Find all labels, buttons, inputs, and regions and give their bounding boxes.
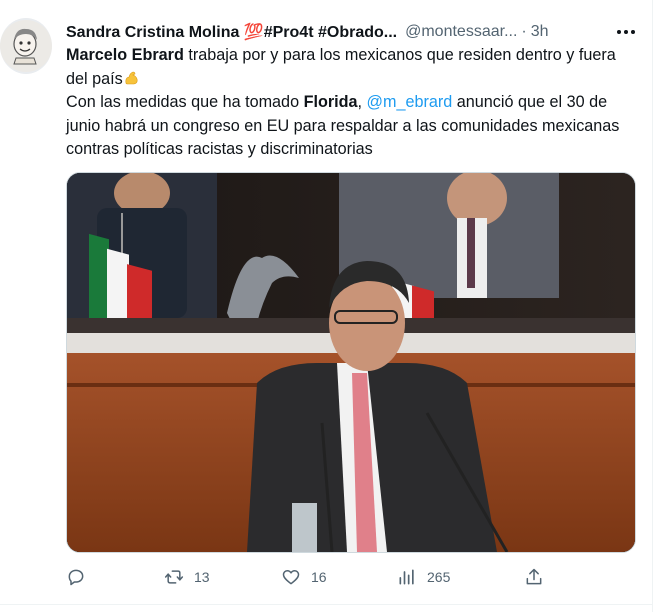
retweet-icon — [164, 570, 184, 584]
avatar[interactable] — [0, 18, 52, 74]
like-count: 16 — [311, 569, 327, 585]
retweet-count: 13 — [194, 569, 210, 585]
share-button[interactable] — [524, 563, 544, 591]
views-button[interactable]: 265 — [397, 563, 450, 591]
tweet-text-line2-start: Con las medidas que ha tomado — [66, 93, 304, 111]
reply-icon — [68, 569, 84, 586]
tweet-photo[interactable] — [66, 172, 636, 553]
separator-dot: · — [521, 23, 527, 40]
florida-bold: Florida — [303, 93, 358, 111]
tweet-actions: 13 16 265 — [66, 563, 626, 591]
reply-button[interactable] — [66, 563, 86, 591]
share-icon — [526, 568, 542, 585]
more-options-icon[interactable] — [612, 22, 640, 42]
tweet-card[interactable]: Sandra Cristina Molina 💯#Pro4t #Obrado..… — [0, 0, 660, 612]
right-divider — [652, 0, 653, 612]
retweet-button[interactable]: 13 — [164, 563, 210, 591]
bottom-divider — [0, 604, 652, 605]
mention-link[interactable]: @m_ebrard — [367, 93, 453, 111]
tweet-header: Sandra Cristina Molina 💯#Pro4t #Obrado..… — [66, 20, 616, 44]
user-handle[interactable]: @montessaar... — [405, 23, 517, 41]
views-count: 265 — [427, 569, 451, 585]
views-icon — [399, 569, 414, 585]
tweet-text: Marcelo Ebrard trabaja por y para los me… — [66, 44, 641, 162]
timestamp[interactable]: 3h — [531, 23, 549, 41]
comma: , — [357, 93, 367, 111]
flexed-biceps-icon — [125, 71, 138, 84]
heart-icon — [282, 570, 300, 585]
mention-name-bold: Marcelo Ebrard — [66, 46, 184, 64]
like-button[interactable]: 16 — [281, 563, 327, 591]
display-name[interactable]: Sandra Cristina Molina 💯#Pro4t #Obrado..… — [66, 22, 397, 42]
